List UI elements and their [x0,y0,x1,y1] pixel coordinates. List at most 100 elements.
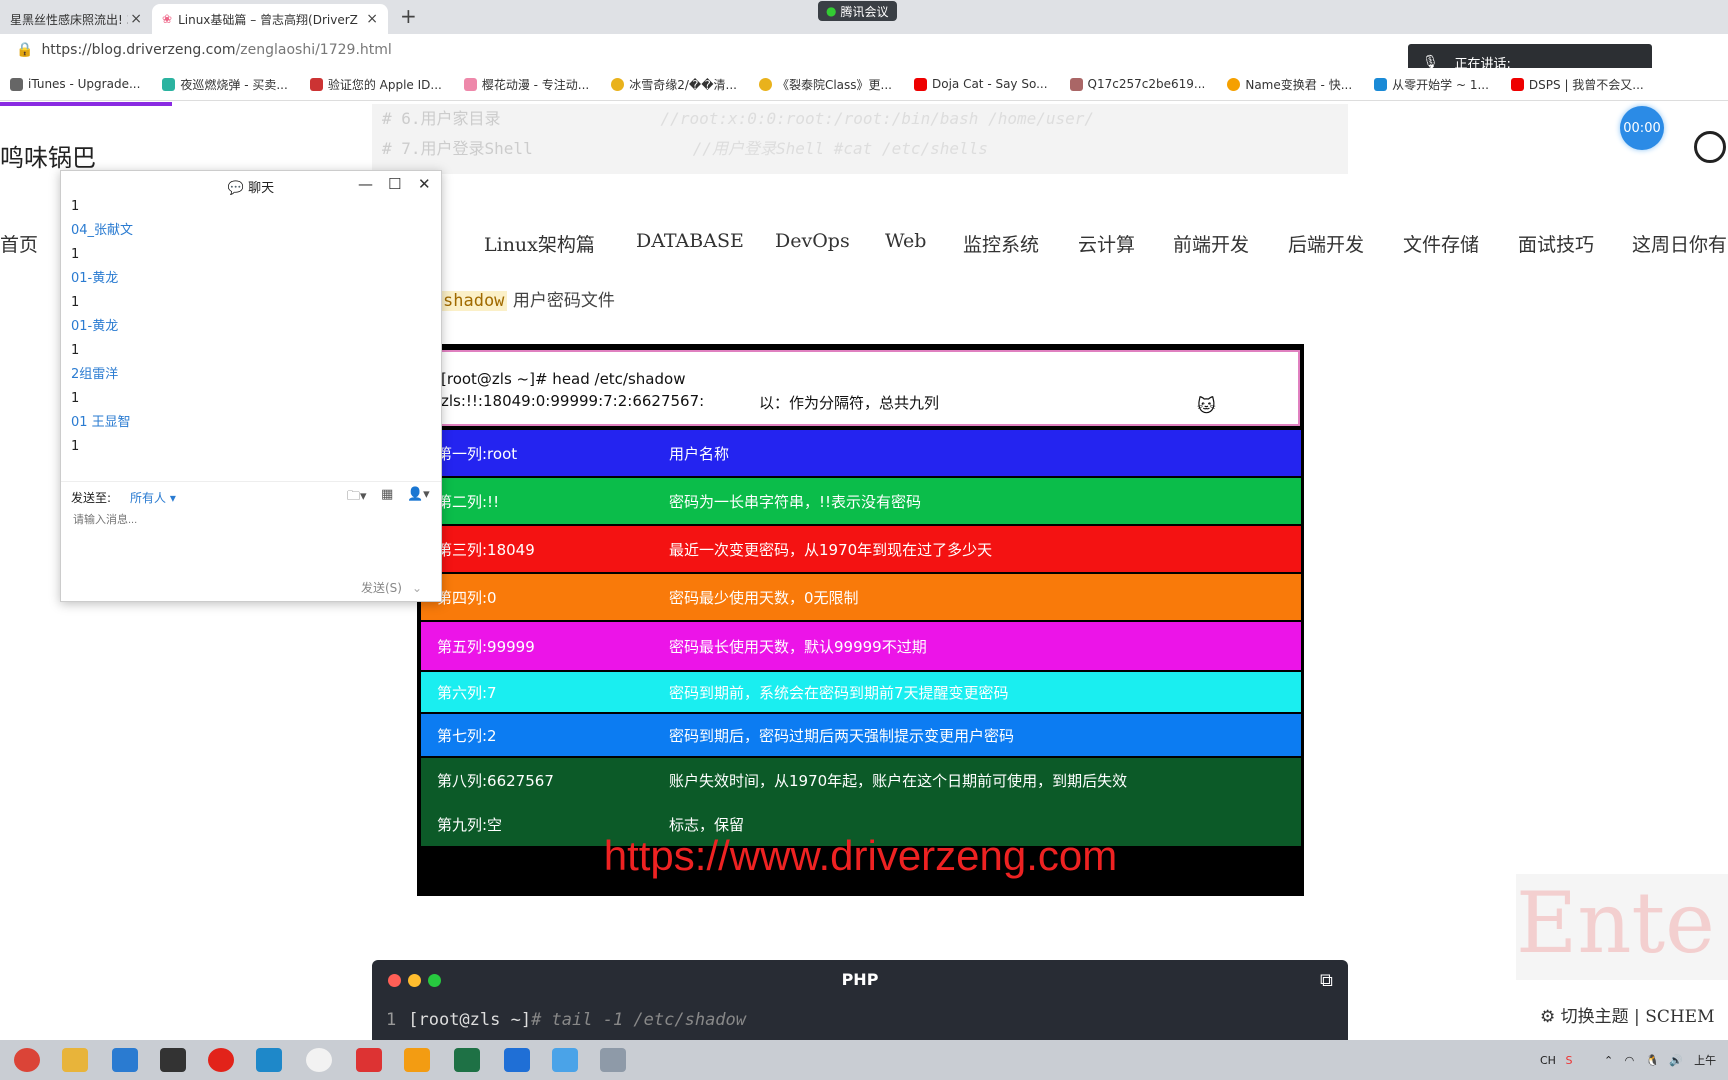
url-host: https://blog.driverzeng.com [41,42,236,58]
bookmark-icon [758,77,772,91]
chrome-icon[interactable] [14,1048,40,1072]
url-field[interactable]: 🔒 https://blog.driverzeng.com/zenglaoshi/… [16,42,392,58]
app-icon[interactable] [600,1048,626,1072]
nav-item[interactable]: Linux架构篇 [484,230,595,257]
bilibili-icon [1374,77,1388,91]
taskbar [0,1040,1728,1080]
bookmark-label: 《裂泰院Class》更... [776,77,892,92]
close-tab-icon[interactable]: × [366,11,378,27]
bookmark[interactable]: Q17c257c2be619... [1069,77,1205,91]
system-tray: CH S ⌃ ◠ 🐧 🔊 上午 [1540,1052,1716,1068]
app-icon[interactable] [306,1048,332,1072]
bookmark[interactable]: 从零开始学 ~ 1... [1374,76,1489,93]
bookmark-icon [611,77,625,91]
nav-item[interactable]: DevOps [775,230,850,252]
bookmark[interactable]: 夜巡燃烧弹 - 买卖... [162,76,288,93]
search-icon[interactable] [1694,131,1726,163]
meeting-icon: ● [826,4,837,18]
figure-row: 第七列:2 密码到期后，密码过期后两天强制提示变更用户密码 [421,714,1301,756]
chat-divider [61,481,441,482]
send-button-label: 发送(S) [361,581,402,595]
meeting-timer[interactable]: 00:00 [1620,106,1664,150]
file-icon[interactable]: 🗀▾ [347,487,367,509]
code-command: # tail -1 /etc/shadow [531,1010,747,1030]
tencent-meeting-icon[interactable] [552,1048,578,1072]
bookmark[interactable]: 验证您的 Apple ID... [309,76,442,93]
bookmark-label: Name变换君 - 快... [1245,77,1353,92]
bookmark[interactable]: DSPS | 我曾不会又... [1510,76,1644,93]
nav-item[interactable]: 面试技巧 [1518,230,1594,257]
chat-message-text: 1 [71,391,80,406]
nav-item[interactable]: 监控系统 [963,230,1039,257]
bookmark[interactable]: Doja Cat - Say So... [913,77,1048,91]
figure-row: 第五列:99999 密码最长使用天数，默认99999不过期 [421,622,1301,670]
chevron-up-icon[interactable]: ⌃ [1604,1054,1613,1067]
ime-indicator[interactable]: CH [1540,1054,1556,1067]
bookmark-label: iTunes - Upgrade... [28,77,141,91]
app-icon[interactable] [404,1048,430,1072]
bookmark-icon [1069,77,1083,91]
clock[interactable]: 上午 [1694,1054,1716,1067]
figure-header: [root@zls ~]# head /etc/shadow zls:!!:18… [421,350,1300,426]
send-to-label: 发送至: [71,491,112,505]
tab-active[interactable]: ❀ Linux基础篇 – 曾志高翔(DriverZ × [152,4,388,34]
chat-title: 💬 聊天 [61,177,441,196]
announcement-icon[interactable]: ▦ [381,487,393,502]
nav-item[interactable]: 后端开发 [1288,230,1364,257]
youtube-icon [913,77,927,91]
chat-message-list: 1 04_张献文 1 01-黄龙 1 01-黄龙 1 2组雷洋 1 01 王显智… [71,197,431,461]
tab-inactive[interactable]: 星黑丝性感床照流出! 3 × [0,4,152,34]
nav-item[interactable]: 这周日你有 [1632,230,1727,257]
netease-music-icon[interactable] [208,1048,234,1072]
app-icon[interactable] [256,1048,282,1072]
chat-message-text: 1 [71,295,80,310]
close-tab-icon[interactable]: × [130,11,142,27]
bookmark-label: 樱花动漫 - 专注动... [481,77,590,92]
user-settings-icon[interactable]: 👤▾ [407,487,430,502]
qq-icon[interactable]: 🐧 [1646,1054,1660,1067]
close-icon[interactable]: ✕ [418,175,431,193]
bookmark[interactable]: 《裂泰院Class》更... [758,76,892,93]
excel-icon[interactable] [454,1048,480,1072]
bookmark-icon [10,77,23,91]
app-icon[interactable] [356,1048,382,1072]
nav-item[interactable]: DATABASE [636,230,744,252]
app-icon[interactable] [504,1048,530,1072]
subheading-text: 用户密码文件 [512,291,615,311]
bookmark-label: 验证您的 Apple ID... [327,77,442,92]
minimize-icon[interactable]: — [358,175,373,193]
sogou-icon[interactable]: S [1565,1054,1572,1067]
send-to-dropdown[interactable]: 所有人 ▾ [130,489,176,506]
shadow-file-figure: [root@zls ~]# head /etc/shadow zls:!!:18… [417,344,1304,896]
wifi-icon[interactable]: ◠ [1625,1054,1635,1067]
bookmark-label: 夜巡燃烧弹 - 买卖... [180,77,288,92]
chat-title-label: 聊天 [248,181,275,196]
chat-message-input[interactable] [71,513,435,527]
bookmark[interactable]: iTunes - Upgrade... [10,77,140,91]
volume-icon[interactable]: 🔊 [1669,1054,1683,1067]
nav-item[interactable]: Web [885,230,926,252]
feishu-icon[interactable] [112,1048,138,1072]
bookmark[interactable]: Name变换君 - 快... [1227,76,1352,93]
site-title[interactable]: 鸣味锅巴 [0,138,96,173]
typora-icon[interactable] [160,1048,186,1072]
maximize-icon[interactable]: ☐ [388,175,401,193]
nav-item[interactable]: 文件存储 [1403,230,1479,257]
nav-item[interactable]: 首页 [0,230,38,257]
copy-icon[interactable]: ⧉ [1320,970,1333,991]
folder-icon[interactable] [62,1048,88,1072]
figure-watermark: https://www.driverzeng.com [603,832,1118,879]
nav-item[interactable]: 前端开发 [1173,230,1249,257]
meeting-label: 腾讯会议 [840,4,889,19]
bookmark[interactable]: 樱花动漫 - 专注动... [463,76,590,93]
chat-sender: 01 王显智 [71,415,131,430]
nav-item[interactable]: 云计算 [1078,230,1135,257]
figure-row: 第四列:0 密码最少使用天数，0无限制 [421,574,1301,620]
theme-switch[interactable]: ⚙ 切换主题 | SCHEM [1540,1002,1715,1027]
send-to-value: 所有人 [130,491,167,505]
new-tab-button[interactable]: + [400,4,417,28]
bookmark[interactable]: 冰雪奇缘2/��清... [611,76,737,93]
meeting-indicator[interactable]: ● 腾讯会议 [818,1,897,21]
chevron-down-icon[interactable]: ⌄ [412,581,422,595]
send-button[interactable]: 发送(S) ⌄ [361,579,422,596]
